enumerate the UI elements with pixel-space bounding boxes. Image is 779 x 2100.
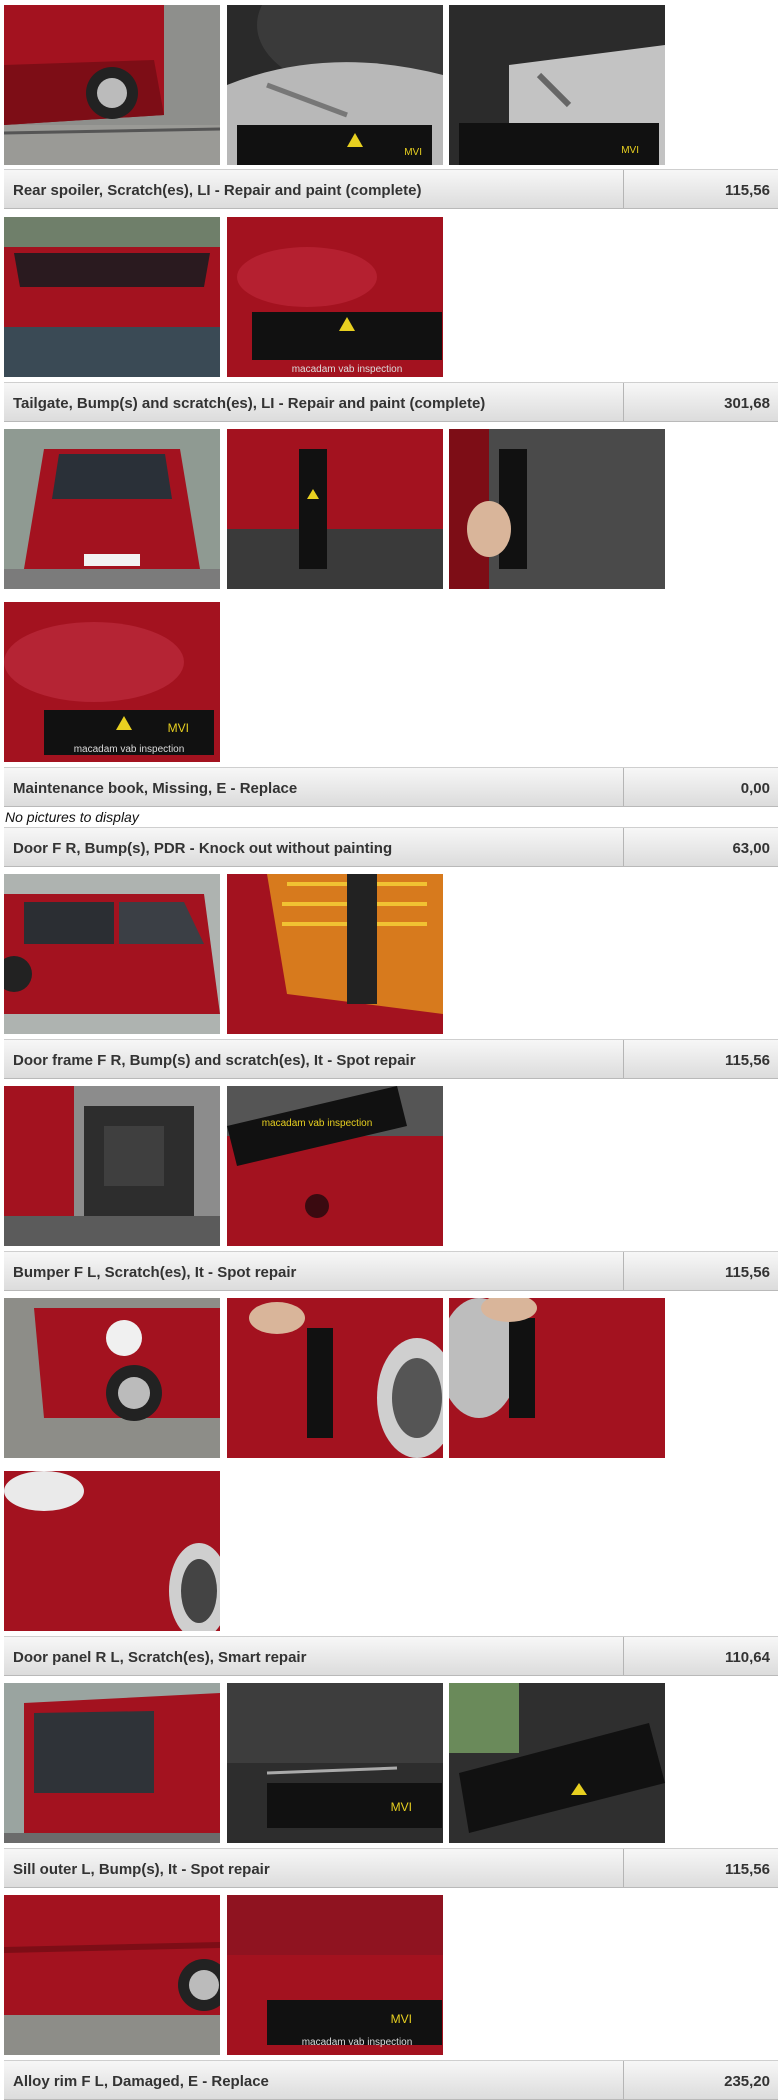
- damage-price: 115,56: [724, 1861, 770, 1878]
- column-divider: [623, 2061, 624, 2099]
- column-divider: [623, 170, 624, 208]
- photo[interactable]: MVI macadam vab inspection: [4, 602, 220, 762]
- damage-row[interactable]: Alloy rim F L, Damaged, E - Replace 235,…: [4, 2060, 778, 2100]
- no-pictures-note: No pictures to display: [5, 809, 139, 825]
- ruler-caption: macadam vab inspection: [292, 364, 403, 375]
- damage-description: Rear spoiler, Scratch(es), LI - Repair a…: [13, 182, 422, 199]
- ruler-logo: MVI: [621, 145, 639, 156]
- ruler-logo: MVI: [391, 1800, 412, 1814]
- damage-price: 115,56: [724, 182, 770, 199]
- damage-description: Alloy rim F L, Damaged, E - Replace: [13, 2073, 269, 2090]
- ruler-caption: macadam vab inspection: [74, 744, 185, 755]
- photo[interactable]: [4, 217, 220, 377]
- damage-price: 63,00: [732, 840, 770, 857]
- ruler-logo: MVI: [391, 2012, 412, 2026]
- photo[interactable]: [227, 429, 443, 589]
- damage-price: 0,00: [740, 780, 770, 797]
- photo[interactable]: [227, 1298, 443, 1458]
- photo[interactable]: [4, 1683, 220, 1843]
- damage-row[interactable]: Bumper F L, Scratch(es), It - Spot repai…: [4, 1251, 778, 1291]
- damage-row[interactable]: Sill outer L, Bump(s), It - Spot repair …: [4, 1848, 778, 1888]
- ruler-logo: MVI: [404, 147, 422, 158]
- damage-description: Sill outer L, Bump(s), It - Spot repair: [13, 1861, 270, 1878]
- damage-description: Tailgate, Bump(s) and scratch(es), LI - …: [13, 395, 486, 412]
- photo[interactable]: [227, 874, 443, 1034]
- damage-row[interactable]: Maintenance book, Missing, E - Replace 0…: [4, 767, 778, 807]
- photo[interactable]: [449, 1683, 665, 1843]
- damage-description: Maintenance book, Missing, E - Replace: [13, 780, 298, 797]
- photo[interactable]: macadam vab inspection: [227, 1086, 443, 1246]
- damage-price: 235,20: [724, 2073, 770, 2090]
- photo[interactable]: [449, 429, 665, 589]
- photo[interactable]: [4, 1086, 220, 1246]
- photo[interactable]: MVI: [227, 5, 443, 165]
- damage-description: Bumper F L, Scratch(es), It - Spot repai…: [13, 1264, 297, 1281]
- photo[interactable]: [4, 1895, 220, 2055]
- damage-row[interactable]: Door panel R L, Scratch(es), Smart repai…: [4, 1636, 778, 1676]
- damage-description: Door panel R L, Scratch(es), Smart repai…: [13, 1649, 307, 1666]
- column-divider: [623, 1637, 624, 1675]
- column-divider: [623, 1849, 624, 1887]
- damage-price: 110,64: [724, 1649, 770, 1666]
- photo[interactable]: MVI: [227, 1683, 443, 1843]
- damage-row[interactable]: Door frame F R, Bump(s) and scratch(es),…: [4, 1039, 778, 1079]
- column-divider: [623, 1040, 624, 1078]
- photo[interactable]: [4, 5, 220, 165]
- damage-row[interactable]: Rear spoiler, Scratch(es), LI - Repair a…: [4, 169, 778, 209]
- photo[interactable]: [4, 1471, 220, 1631]
- damage-description: Door F R, Bump(s), PDR - Knock out witho…: [13, 840, 393, 857]
- column-divider: [623, 768, 624, 806]
- ruler-caption: macadam vab inspection: [302, 2037, 413, 2048]
- photo[interactable]: MVI macadam vab inspection: [227, 1895, 443, 2055]
- ruler-logo: MVI: [168, 721, 189, 735]
- column-divider: [623, 828, 624, 866]
- photo[interactable]: [4, 429, 220, 589]
- ruler-caption: macadam vab inspection: [262, 1118, 373, 1129]
- damage-row[interactable]: Tailgate, Bump(s) and scratch(es), LI - …: [4, 382, 778, 422]
- photo[interactable]: [449, 1298, 665, 1458]
- damage-row[interactable]: Door F R, Bump(s), PDR - Knock out witho…: [4, 827, 778, 867]
- photo[interactable]: MVI: [449, 5, 665, 165]
- photo[interactable]: [4, 1298, 220, 1458]
- damage-price: 115,56: [724, 1264, 770, 1281]
- column-divider: [623, 383, 624, 421]
- damage-price: 115,56: [724, 1052, 770, 1069]
- photo[interactable]: [4, 874, 220, 1034]
- column-divider: [623, 1252, 624, 1290]
- damage-price: 301,68: [724, 395, 770, 412]
- photo[interactable]: macadam vab inspection: [227, 217, 443, 377]
- damage-description: Door frame F R, Bump(s) and scratch(es),…: [13, 1052, 416, 1069]
